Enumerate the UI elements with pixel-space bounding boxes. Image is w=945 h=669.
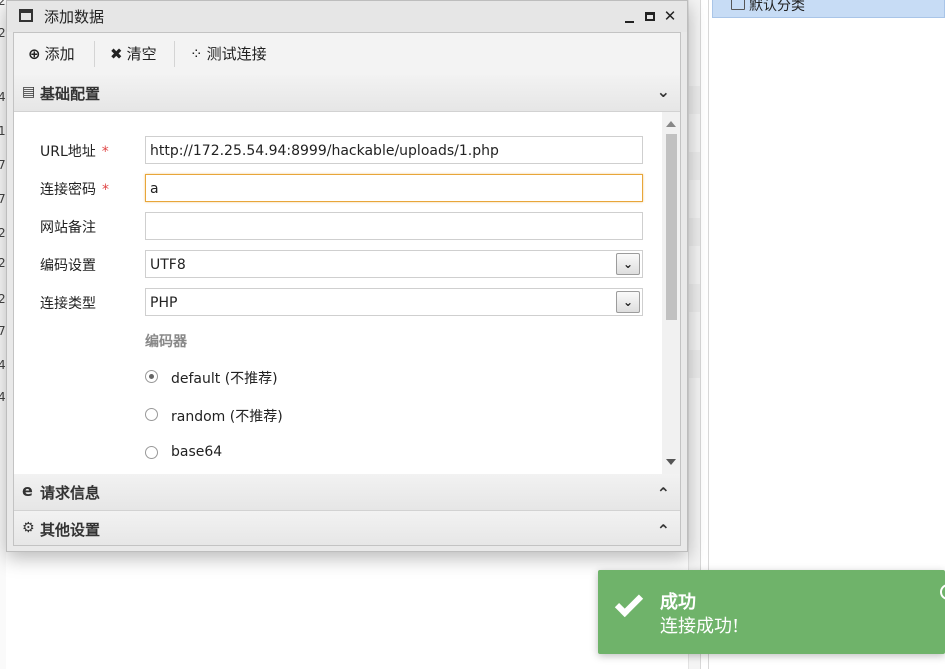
note-label: 网站备注 [40, 220, 96, 236]
toolbar-separator [94, 41, 95, 67]
line-number: 4 [0, 390, 6, 404]
section-basic-config[interactable]: ▤ 基础配置 ⌄ [14, 75, 680, 112]
radio-button[interactable] [145, 446, 158, 459]
tree-item-label: 默认分类 [749, 0, 805, 14]
divider [700, 0, 701, 669]
clear-button-label: 清空 [126, 45, 157, 63]
chevron-down-icon[interactable]: ⌄ [616, 253, 640, 275]
line-number: 1 [0, 124, 6, 138]
required-marker: * [102, 182, 109, 198]
note-input[interactable] [145, 212, 643, 240]
line-number: 2 [0, 256, 6, 270]
line-number: 7 [0, 192, 6, 206]
minimize-icon [625, 21, 634, 23]
section-title: 请求信息 [40, 484, 101, 502]
url-label-text: URL地址 [40, 144, 96, 160]
tree-item-default-category[interactable]: 默认分类 [712, 0, 945, 18]
encoding-select[interactable]: UTF8 ⌄ [145, 250, 643, 278]
section-title: 其他设置 [40, 521, 101, 539]
connection-type-label: 连接类型 [40, 296, 96, 312]
radio-label: base64 [171, 444, 223, 460]
toolbar: ⊕ 添加 ✖ 清空 ⁘ 测试连接 [14, 33, 680, 76]
test-connection-label: 测试连接 [206, 45, 267, 63]
close-button[interactable]: ✕ [661, 5, 679, 27]
divider [708, 0, 709, 669]
encoding-label: 编码设置 [40, 258, 96, 274]
line-number: 2 [0, 26, 6, 40]
clear-button[interactable]: ✖ 清空 [110, 43, 157, 65]
line-number: 4 [0, 90, 6, 104]
line-number: 4 [0, 358, 6, 372]
close-circle-icon[interactable] [940, 584, 945, 600]
line-number: 7 [0, 324, 6, 338]
spinner-icon: ⁘ [190, 45, 203, 63]
dialog-titlebar[interactable]: 添加数据 ✕ [7, 1, 687, 32]
line-number: 7 [0, 158, 6, 172]
gears-icon: ⚙ [22, 520, 35, 536]
section-other-settings[interactable]: ⚙ 其他设置 ⌃ [14, 511, 680, 545]
x-icon: ✖ [110, 45, 123, 63]
chevron-down-icon: ⌄ [656, 82, 670, 101]
connection-type-select[interactable]: PHP ⌄ [145, 288, 643, 316]
required-marker: * [101, 144, 109, 160]
radio-button[interactable] [145, 408, 158, 421]
radio-button[interactable] [145, 370, 158, 383]
dialog-title: 添加数据 [44, 8, 105, 26]
url-label: URL地址 * [40, 141, 109, 161]
close-icon: ✕ [663, 7, 677, 25]
password-input[interactable]: a [145, 174, 643, 202]
ie-logo-icon: e [22, 481, 33, 500]
encoder-title: 编码器 [145, 334, 187, 350]
minimize-button[interactable] [621, 5, 639, 27]
scroll-down-arrow-icon[interactable] [666, 459, 676, 465]
add-data-dialog: 添加数据 ✕ ⊕ 添加 ✖ 清空 ⁘ 测试连接 ▤ 基础配置 ⌄ URL地址 *… [6, 0, 688, 552]
chevron-down-icon[interactable]: ⌄ [616, 291, 640, 313]
radio-label: default (不推荐) [171, 371, 278, 387]
window-icon [19, 9, 33, 22]
toolbar-separator [174, 41, 175, 67]
connection-type-value: PHP [150, 295, 178, 311]
folder-icon [731, 0, 745, 10]
line-number: 2 [0, 0, 6, 8]
plus-circle-icon: ⊕ [28, 45, 41, 63]
test-connection-button[interactable]: ⁘ 测试连接 [190, 43, 267, 65]
toast-title: 成功 [660, 592, 696, 613]
success-toast[interactable]: 成功 连接成功! [598, 570, 945, 654]
form-scrollbar[interactable] [662, 112, 680, 474]
maximize-button[interactable] [641, 5, 659, 27]
url-input[interactable]: http://172.25.54.94:8999/hackable/upload… [145, 136, 643, 164]
add-button[interactable]: ⊕ 添加 [28, 43, 75, 65]
checkmark-icon [614, 588, 644, 618]
add-button-label: 添加 [44, 45, 75, 63]
encoding-select-value: UTF8 [150, 257, 186, 273]
scroll-up-arrow-icon[interactable] [666, 121, 676, 127]
chevron-up-icon: ⌃ [656, 521, 670, 540]
section-title: 基础配置 [40, 85, 101, 103]
line-number: 2 [0, 292, 6, 306]
maximize-icon [645, 12, 655, 21]
password-label-text: 连接密码 [40, 182, 96, 198]
toast-message: 连接成功! [660, 616, 740, 637]
radio-label: random (不推荐) [171, 409, 283, 425]
line-number: 2 [0, 226, 6, 240]
scrollbar-thumb[interactable] [666, 134, 677, 320]
section-request-info[interactable]: e 请求信息 ⌃ [14, 474, 680, 511]
chevron-up-icon: ⌃ [656, 484, 670, 503]
password-label: 连接密码 * [40, 179, 109, 199]
document-icon: ▤ [22, 84, 36, 100]
basic-config-form: URL地址 * http://172.25.54.94:8999/hackable… [14, 112, 680, 474]
dialog-body: ⊕ 添加 ✖ 清空 ⁘ 测试连接 ▤ 基础配置 ⌄ URL地址 * http://172… [13, 32, 681, 546]
